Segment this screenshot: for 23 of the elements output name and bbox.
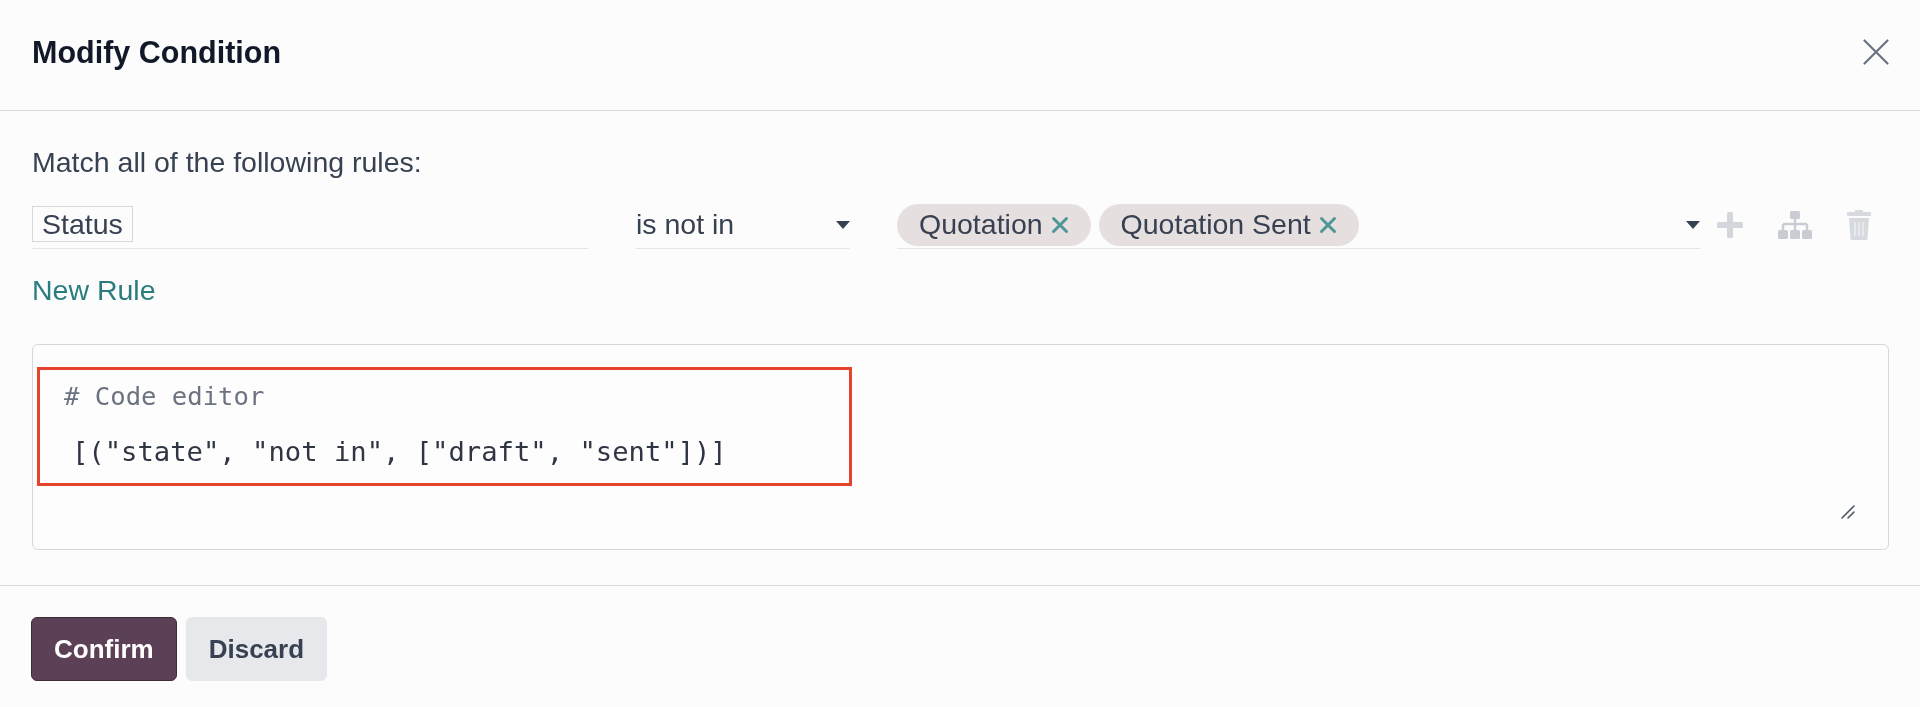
operator-select[interactable]: is not in	[636, 201, 850, 249]
field-selector[interactable]: Status	[32, 206, 133, 242]
code-text: [("state", "not in", ["draft", "sent"])]	[72, 435, 728, 469]
close-icon[interactable]	[1863, 39, 1889, 65]
resize-handle-icon[interactable]	[1841, 505, 1855, 519]
dialog-title: Modify Condition	[32, 34, 282, 70]
tag-label: Quotation	[919, 208, 1043, 241]
field-path-input[interactable]: Status	[32, 201, 588, 249]
trash-icon[interactable]	[1847, 210, 1871, 240]
confirm-button[interactable]: Confirm	[31, 617, 177, 681]
hierarchy-icon[interactable]	[1778, 211, 1812, 239]
discard-button[interactable]: Discard	[185, 617, 328, 681]
remove-icon[interactable]	[1318, 215, 1337, 234]
tag-label: Quotation Sent	[1120, 208, 1311, 241]
code-editor-field[interactable]: # Code editor [("state", "not in", ["draft", "sent"])]	[32, 344, 1889, 550]
values-input[interactable]: Quotation Quotation Sent	[897, 201, 1700, 249]
add-icon[interactable]	[1717, 212, 1743, 238]
caret-icon	[836, 220, 850, 229]
caret-icon[interactable]	[1686, 220, 1700, 229]
code-comment: # Code editor	[64, 380, 266, 412]
rules-intro: Match all of the following rules:	[32, 145, 423, 179]
remove-icon[interactable]	[1050, 215, 1069, 234]
new-rule-link[interactable]: New Rule	[32, 273, 156, 307]
